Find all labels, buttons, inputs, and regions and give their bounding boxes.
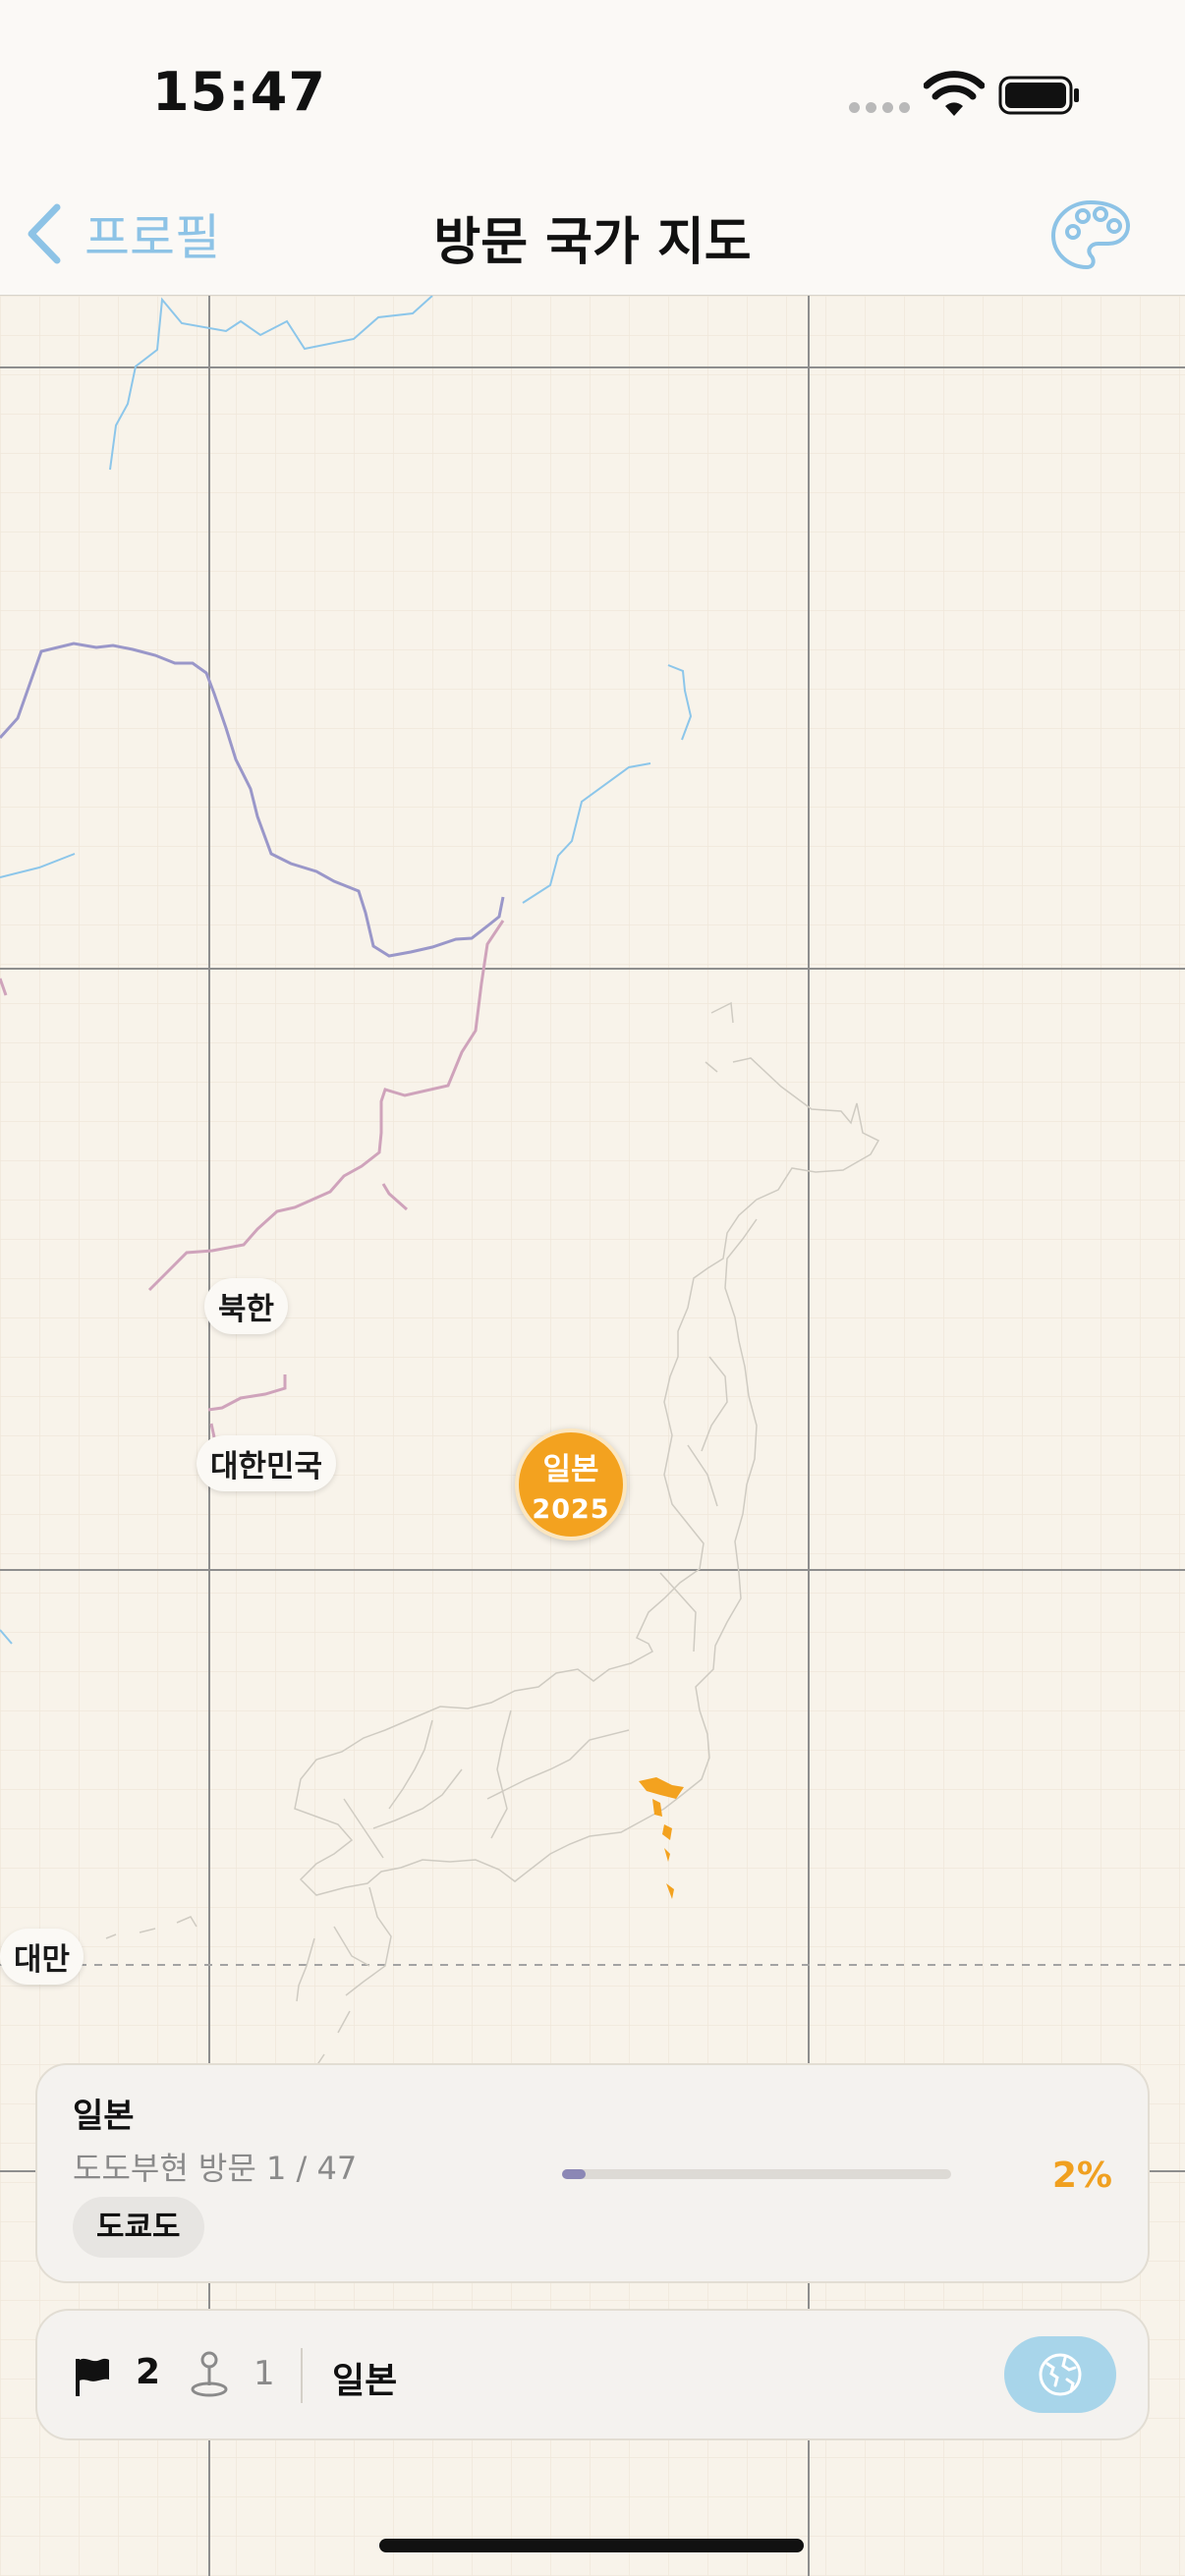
home-indicator <box>379 2539 804 2552</box>
status-bar: 15:47 <box>0 0 1185 177</box>
pin-year: 2025 <box>532 1494 610 1525</box>
visit-progress-bar <box>562 2169 951 2179</box>
visit-percent: 2% <box>1051 2156 1112 2196</box>
signal-dots-icon <box>849 102 910 113</box>
status-time: 15:47 <box>152 61 326 123</box>
visited-region-count: 1 <box>254 2354 275 2393</box>
globe-icon <box>1039 2353 1082 2396</box>
card-country-name: 일본 <box>73 2097 135 2136</box>
wifi-icon <box>924 71 985 116</box>
divider <box>301 2348 303 2403</box>
visited-country-pin[interactable]: 일본 2025 <box>515 1428 627 1540</box>
visited-prefecture-chip[interactable]: 도쿄도 <box>73 2197 204 2258</box>
globe-button[interactable] <box>1004 2336 1116 2413</box>
palette-icon[interactable] <box>1049 196 1132 273</box>
nav-bar: 프로필 방문 국가 지도 <box>0 177 1185 296</box>
map-pin-icon <box>191 2351 228 2397</box>
bottom-summary-bar: 2 1 일본 <box>35 2309 1150 2440</box>
page-title: 방문 국가 지도 <box>433 213 752 272</box>
current-country[interactable]: 일본 <box>332 2352 397 2403</box>
visited-country-count: 2 <box>136 2352 161 2392</box>
map-label-south-korea[interactable]: 대한민국 <box>197 1435 337 1491</box>
prefecture-visit-count: 도도부현 방문 1 / 47 <box>73 2150 358 2187</box>
pin-country: 일본 <box>542 1452 599 1487</box>
map-label-north-korea[interactable]: 북한 <box>204 1278 289 1334</box>
battery-icon <box>998 76 1079 115</box>
visit-progress-fill <box>562 2169 586 2179</box>
country-info-card[interactable]: 일본 도도부현 방문 1 / 47 2% 도쿄도 <box>35 2063 1150 2283</box>
map-label-taiwan[interactable]: 대만 <box>0 1929 85 1985</box>
flag-icon <box>76 2358 109 2396</box>
